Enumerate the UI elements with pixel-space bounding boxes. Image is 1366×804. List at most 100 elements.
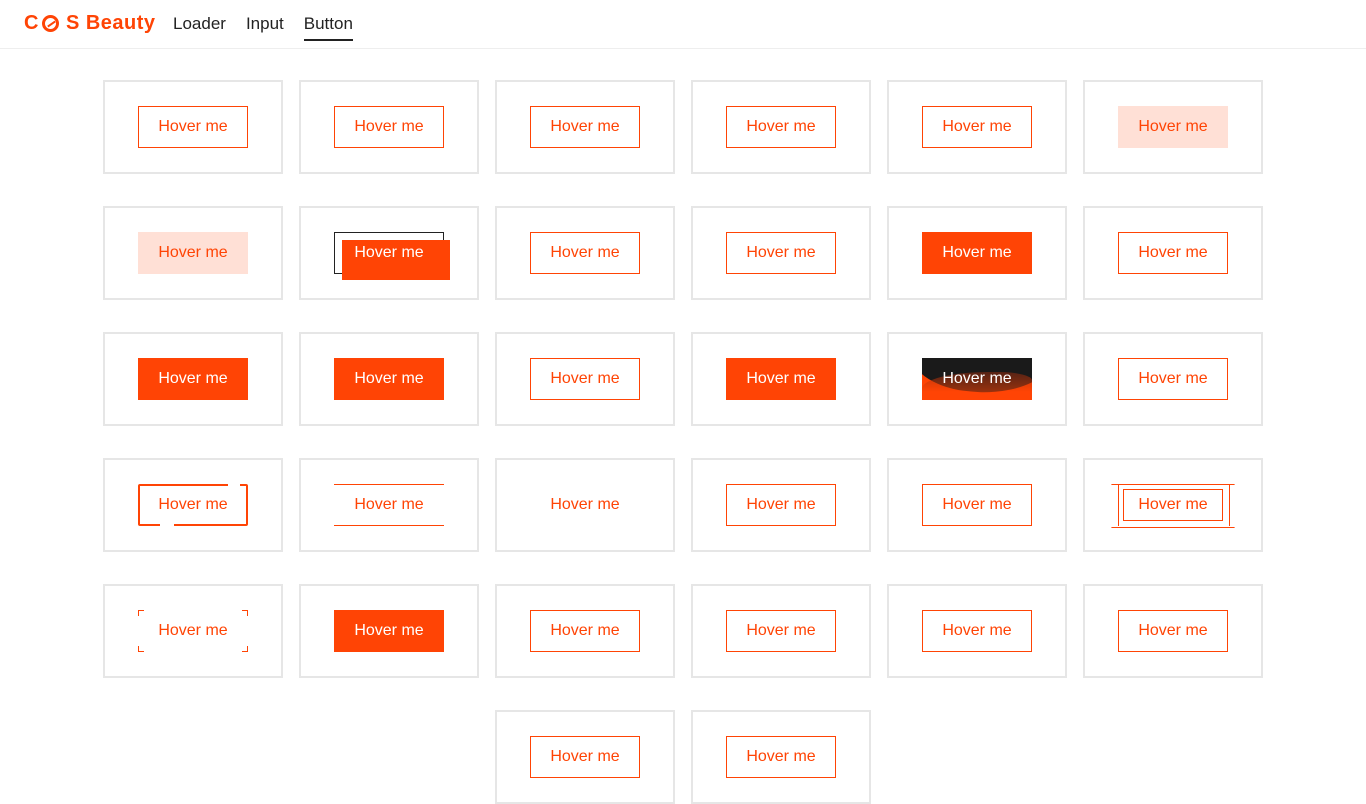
corner-bracket-icon: [138, 610, 144, 616]
nav-link-input[interactable]: Input: [246, 14, 284, 41]
button-card: Hover me: [495, 458, 675, 552]
button-card: Hover me: [103, 80, 283, 174]
hover-me-button[interactable]: Hover me: [922, 106, 1032, 148]
hover-me-button[interactable]: Hover me: [334, 232, 450, 280]
nav-link-loader[interactable]: Loader: [173, 14, 226, 41]
button-label: Hover me: [354, 118, 424, 135]
button-label: Hover me: [354, 496, 424, 513]
button-card: Hover me: [299, 206, 479, 300]
button-label: Hover me: [1138, 244, 1208, 261]
button-label: Hover me: [746, 622, 816, 639]
hover-me-button[interactable]: Hover me: [530, 610, 640, 652]
hover-me-button[interactable]: Hover me: [530, 106, 640, 148]
button-card: Hover me: [495, 584, 675, 678]
button-card: Hover me: [887, 206, 1067, 300]
button-card: Hover me: [103, 206, 283, 300]
button-card: Hover me: [299, 80, 479, 174]
button-label: Hover me: [354, 622, 424, 639]
hover-me-button[interactable]: Hover me: [726, 232, 836, 274]
top-navbar: C S Beauty Loader Input Button: [0, 0, 1366, 49]
hover-me-button[interactable]: Hover me: [922, 232, 1032, 274]
button-card: Hover me: [495, 710, 675, 804]
nav-link-button[interactable]: Button: [303, 14, 353, 41]
button-card: Hover me: [103, 584, 283, 678]
button-card: Hover me: [887, 332, 1067, 426]
button-card: Hover me: [103, 458, 283, 552]
logo-letter: C: [24, 12, 39, 34]
hover-me-button[interactable]: Hover me: [530, 232, 640, 274]
button-label: Hover me: [942, 496, 1012, 513]
button-label: Hover me: [550, 748, 620, 765]
hover-me-button[interactable]: Hover me: [530, 358, 640, 400]
button-card: Hover me: [1083, 332, 1263, 426]
button-card: Hover me: [691, 332, 871, 426]
button-card: Hover me: [495, 332, 675, 426]
button-label: Hover me: [550, 622, 620, 639]
hover-me-button[interactable]: Hover me: [530, 736, 640, 778]
button-card: Hover me: [299, 332, 479, 426]
button-label: Hover me: [550, 370, 620, 387]
button-card: Hover me: [299, 458, 479, 552]
button-label: Hover me: [550, 496, 620, 513]
hover-me-button[interactable]: Hover me: [1118, 484, 1230, 526]
button-label: Hover me: [550, 244, 620, 261]
button-card: Hover me: [1083, 80, 1263, 174]
button-label: Hover me: [746, 370, 816, 387]
button-label: Hover me: [1138, 496, 1208, 513]
hover-me-button[interactable]: Hover me: [726, 358, 836, 400]
corner-bracket-icon: [138, 646, 144, 652]
hover-me-button[interactable]: Hover me: [1118, 610, 1228, 652]
button-label: Hover me: [1138, 118, 1208, 135]
hover-me-button[interactable]: Hover me: [922, 358, 1032, 400]
button-card: Hover me: [103, 332, 283, 426]
button-label: Hover me: [746, 496, 816, 513]
hover-me-button[interactable]: Hover me: [530, 484, 640, 526]
button-label: Hover me: [942, 622, 1012, 639]
button-label: Hover me: [746, 244, 816, 261]
main-nav: Loader Input Button: [173, 14, 353, 41]
hover-me-button[interactable]: Hover me: [334, 358, 444, 400]
button-card: Hover me: [887, 458, 1067, 552]
button-label: Hover me: [942, 370, 1012, 387]
button-label: Hover me: [746, 748, 816, 765]
hover-me-button[interactable]: Hover me: [138, 358, 248, 400]
button-card: Hover me: [691, 710, 871, 804]
site-logo[interactable]: C S Beauty: [24, 12, 156, 35]
button-label: Hover me: [1138, 622, 1208, 639]
hover-me-button[interactable]: Hover me: [1118, 232, 1228, 274]
hover-me-button[interactable]: Hover me: [922, 484, 1032, 526]
button-label: Hover me: [158, 370, 228, 387]
button-card: Hover me: [691, 584, 871, 678]
hover-me-button[interactable]: Hover me: [334, 610, 444, 652]
button-label: Hover me: [942, 118, 1012, 135]
logo-mark-icon: [41, 15, 59, 32]
button-card: Hover me: [691, 206, 871, 300]
button-card: Hover me: [691, 80, 871, 174]
hover-me-button[interactable]: Hover me: [1118, 358, 1228, 400]
hover-me-button[interactable]: Hover me: [726, 106, 836, 148]
button-card: Hover me: [887, 584, 1067, 678]
button-label: Hover me: [158, 496, 228, 513]
button-card: Hover me: [691, 458, 871, 552]
hover-me-button[interactable]: Hover me: [726, 484, 836, 526]
button-card: Hover me: [495, 80, 675, 174]
button-card: Hover me: [299, 584, 479, 678]
hover-me-button[interactable]: Hover me: [334, 484, 444, 526]
corner-bracket-icon: [242, 646, 248, 652]
button-card: Hover me: [1083, 206, 1263, 300]
hover-me-button[interactable]: Hover me: [138, 106, 248, 148]
button-card: Hover me: [1083, 458, 1263, 552]
hover-me-button[interactable]: Hover me: [138, 483, 248, 527]
hover-me-button[interactable]: Hover me: [1118, 106, 1228, 148]
button-label: Hover me: [354, 244, 424, 261]
button-card: Hover me: [887, 80, 1067, 174]
hover-me-button[interactable]: Hover me: [138, 610, 248, 652]
hover-me-button[interactable]: Hover me: [138, 232, 248, 274]
button-label: Hover me: [942, 244, 1012, 261]
hover-me-button[interactable]: Hover me: [922, 610, 1032, 652]
button-label: Hover me: [158, 118, 228, 135]
hover-me-button[interactable]: Hover me: [726, 736, 836, 778]
hover-me-button[interactable]: Hover me: [726, 610, 836, 652]
hover-me-button[interactable]: Hover me: [334, 106, 444, 148]
button-card: Hover me: [1083, 584, 1263, 678]
